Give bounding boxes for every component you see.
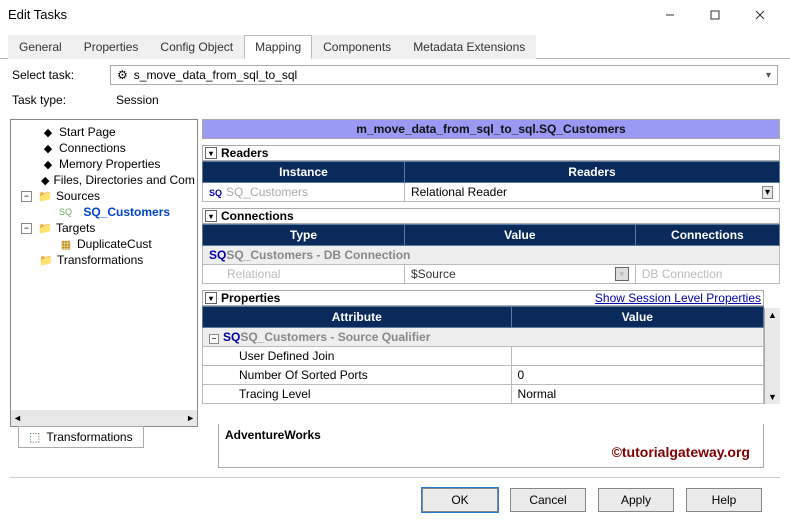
apply-button[interactable]: Apply <box>598 488 674 512</box>
tree-sources[interactable]: −📁Sources <box>13 188 195 204</box>
diamond-icon: ◆ <box>41 125 55 139</box>
browse-icon[interactable]: ▾ <box>615 267 629 281</box>
tree-duplicate-cust[interactable]: ▦DuplicateCust <box>13 236 195 252</box>
collapse-icon[interactable]: ▾ <box>205 292 217 304</box>
connections-table: Type Value Connections SQSQ_Customers - … <box>202 224 780 284</box>
prop-val-cell[interactable] <box>511 347 763 366</box>
scroll-down-icon[interactable]: ▼ <box>768 392 777 402</box>
select-task-dropdown[interactable]: ⚙ s_move_data_from_sql_to_sql ▾ <box>110 65 778 85</box>
minimize-button[interactable] <box>647 0 692 29</box>
select-task-label: Select task: <box>12 68 102 82</box>
prop-val-cell[interactable]: 0 <box>511 366 763 385</box>
tree-start-page[interactable]: ◆Start Page <box>13 124 195 140</box>
diamond-icon: ◆ <box>41 173 49 187</box>
collapse-icon[interactable]: ▾ <box>205 147 217 159</box>
collapse-icon[interactable]: − <box>209 334 219 344</box>
conn-value-cell[interactable]: $Source▾ <box>404 265 635 284</box>
window-title: Edit Tasks <box>8 7 647 22</box>
tree-targets[interactable]: −📁Targets <box>13 220 195 236</box>
conn-type-cell: Relational <box>203 265 405 284</box>
show-session-level-link[interactable]: Show Session Level Properties <box>595 291 761 305</box>
tab-bar: General Properties Config Object Mapping… <box>0 34 790 59</box>
tab-metadata[interactable]: Metadata Extensions <box>402 35 536 59</box>
sq-icon: SQ <box>59 207 72 217</box>
tree-connections[interactable]: ◆Connections <box>13 140 195 156</box>
prop-attr-cell: Tracing Level <box>203 385 512 404</box>
readers-table: Instance Readers SQSQ_Customers Relation… <box>202 161 780 202</box>
tab-config-object[interactable]: Config Object <box>149 35 244 59</box>
conn-conn-cell: DB Connection <box>635 265 779 284</box>
readers-header-instance: Instance <box>203 162 405 183</box>
separator <box>10 477 780 478</box>
tree-transformations[interactable]: 📁Transformations <box>13 252 195 268</box>
scroll-left-icon[interactable]: ◄ <box>13 413 22 423</box>
readers-instance-cell: SQSQ_Customers <box>203 183 405 202</box>
connections-section-header: ▾ Connections <box>202 208 780 224</box>
chevron-down-icon[interactable]: ▾ <box>762 186 773 199</box>
readers-reader-cell[interactable]: Relational Reader▾ <box>404 183 779 202</box>
tab-properties[interactable]: Properties <box>73 35 150 59</box>
prop-val-cell[interactable]: Normal <box>511 385 763 404</box>
diamond-icon: ◆ <box>41 157 55 171</box>
tree-files[interactable]: ◆Files, Directories and Com <box>13 172 195 188</box>
prop-group-row[interactable]: −SQSQ_Customers - Source Qualifier <box>203 328 764 347</box>
mapping-title: m_move_data_from_sql_to_sql.SQ_Customers <box>202 119 780 139</box>
sq-badge-icon: SQ <box>223 330 240 344</box>
help-button[interactable]: Help <box>686 488 762 512</box>
maximize-button[interactable] <box>692 0 737 29</box>
transformations-tab[interactable]: ⬚ Transformations <box>18 426 144 448</box>
collapse-icon[interactable]: − <box>21 223 32 234</box>
readers-header-readers: Readers <box>404 162 779 183</box>
sq-badge-icon: SQ <box>209 188 222 198</box>
tree-scrollbar[interactable]: ◄ ► <box>11 410 197 426</box>
ok-button[interactable]: OK <box>422 488 498 512</box>
folder-icon: 📁 <box>38 189 52 203</box>
cancel-button[interactable]: Cancel <box>510 488 586 512</box>
collapse-icon[interactable]: ▾ <box>205 210 217 222</box>
watermark: ©tutorialgateway.org <box>612 444 750 460</box>
properties-section-header: ▾ Properties Show Session Level Properti… <box>202 290 764 306</box>
tree-memory[interactable]: ◆Memory Properties <box>13 156 195 172</box>
prop-attr-cell: User Defined Join <box>203 347 512 366</box>
scroll-up-icon[interactable]: ▲ <box>768 310 777 320</box>
tab-mapping[interactable]: Mapping <box>244 35 312 59</box>
properties-table: Attribute Value −SQSQ_Customers - Source… <box>202 306 764 404</box>
folder-icon: 📁 <box>39 253 53 267</box>
selected-task-value: s_move_data_from_sql_to_sql <box>134 68 297 82</box>
gear-icon: ⚙ <box>117 68 128 82</box>
conn-header-conn: Connections <box>635 225 779 246</box>
sq-badge-icon: SQ <box>209 248 226 262</box>
conn-header-type: Type <box>203 225 405 246</box>
collapse-icon[interactable]: − <box>21 191 32 202</box>
tab-components[interactable]: Components <box>312 35 402 59</box>
tab-general[interactable]: General <box>8 35 73 59</box>
conn-header-value: Value <box>404 225 635 246</box>
tree-sq-customers[interactable]: SQ SQ_Customers <box>13 204 195 220</box>
navigator-tree[interactable]: ◆Start Page ◆Connections ◆Memory Propert… <box>10 119 198 427</box>
transform-icon: ⬚ <box>29 430 40 444</box>
close-button[interactable] <box>737 0 782 29</box>
conn-group-row[interactable]: SQSQ_Customers - DB Connection <box>203 246 780 265</box>
readers-section-header: ▾ Readers <box>202 145 780 161</box>
task-type-label: Task type: <box>12 93 102 107</box>
prop-header-attr: Attribute <box>203 307 512 328</box>
chevron-down-icon: ▾ <box>766 70 771 81</box>
prop-header-val: Value <box>511 307 763 328</box>
diamond-icon: ◆ <box>41 141 55 155</box>
vertical-scrollbar[interactable]: ▲ ▼ <box>764 308 780 404</box>
task-type-value: Session <box>110 91 778 109</box>
table-icon: ▦ <box>59 237 73 251</box>
scroll-right-icon[interactable]: ► <box>186 413 195 423</box>
prop-attr-cell: Number Of Sorted Ports <box>203 366 512 385</box>
folder-icon: 📁 <box>38 221 52 235</box>
